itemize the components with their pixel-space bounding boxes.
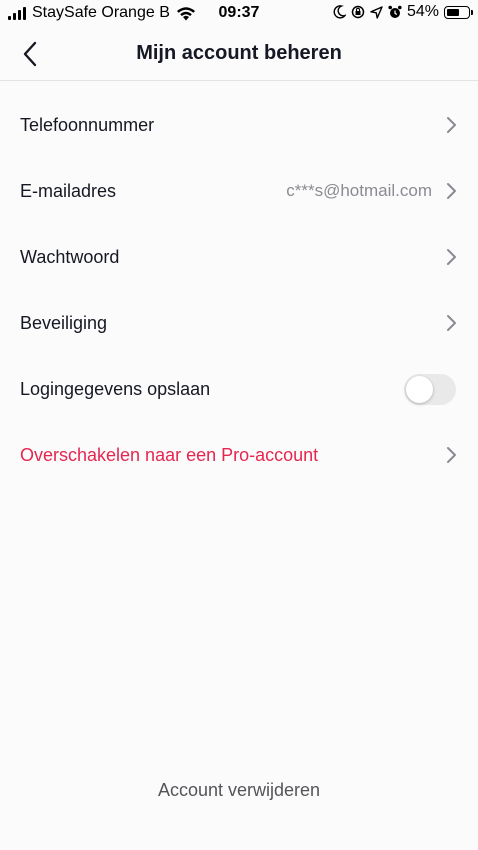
delete-account-button[interactable]: Account verwijderen [0,780,478,801]
email-label: E-mailadres [20,180,117,201]
status-bar: StaySafe Orange B 09:37 54% [0,0,478,28]
security-row[interactable]: Beveiliging [0,290,478,356]
password-label: Wachtwoord [20,246,120,267]
switch-to-pro-label: Overschakelen naar een Pro-account [20,444,319,465]
chevron-right-icon [447,249,456,265]
switch-to-pro-row[interactable]: Overschakelen naar een Pro-account [0,422,478,488]
email-row[interactable]: E-mailadres c***s@hotmail.com [0,158,478,224]
location-icon [370,5,383,19]
battery-icon [444,5,473,19]
phone-number-label: Telefoonnummer [20,114,155,135]
chevron-right-icon [447,183,456,199]
page-title: Mijn account beheren [136,42,342,64]
nav-header: Mijn account beheren [0,28,478,81]
phone-number-row[interactable]: Telefoonnummer [0,92,478,158]
chevron-right-icon [447,447,456,463]
settings-list: Telefoonnummer E-mailadres c***s@hotmail… [0,92,478,488]
security-label: Beveiliging [20,312,108,333]
moon-icon [333,5,346,19]
password-row[interactable]: Wachtwoord [0,224,478,290]
save-login-toggle[interactable] [404,374,456,405]
alarm-icon [388,5,402,18]
toggle-knob [406,376,433,403]
save-login-row: Logingegevens opslaan [0,356,478,422]
chevron-right-icon [447,315,456,331]
save-login-label: Logingegevens opslaan [20,378,211,399]
chevron-right-icon [447,117,456,133]
orientation-lock-icon [351,5,365,19]
battery-percent: 54% [406,3,439,20]
status-right: 54% [333,3,473,21]
email-value: c***s@hotmail.com [286,181,432,200]
